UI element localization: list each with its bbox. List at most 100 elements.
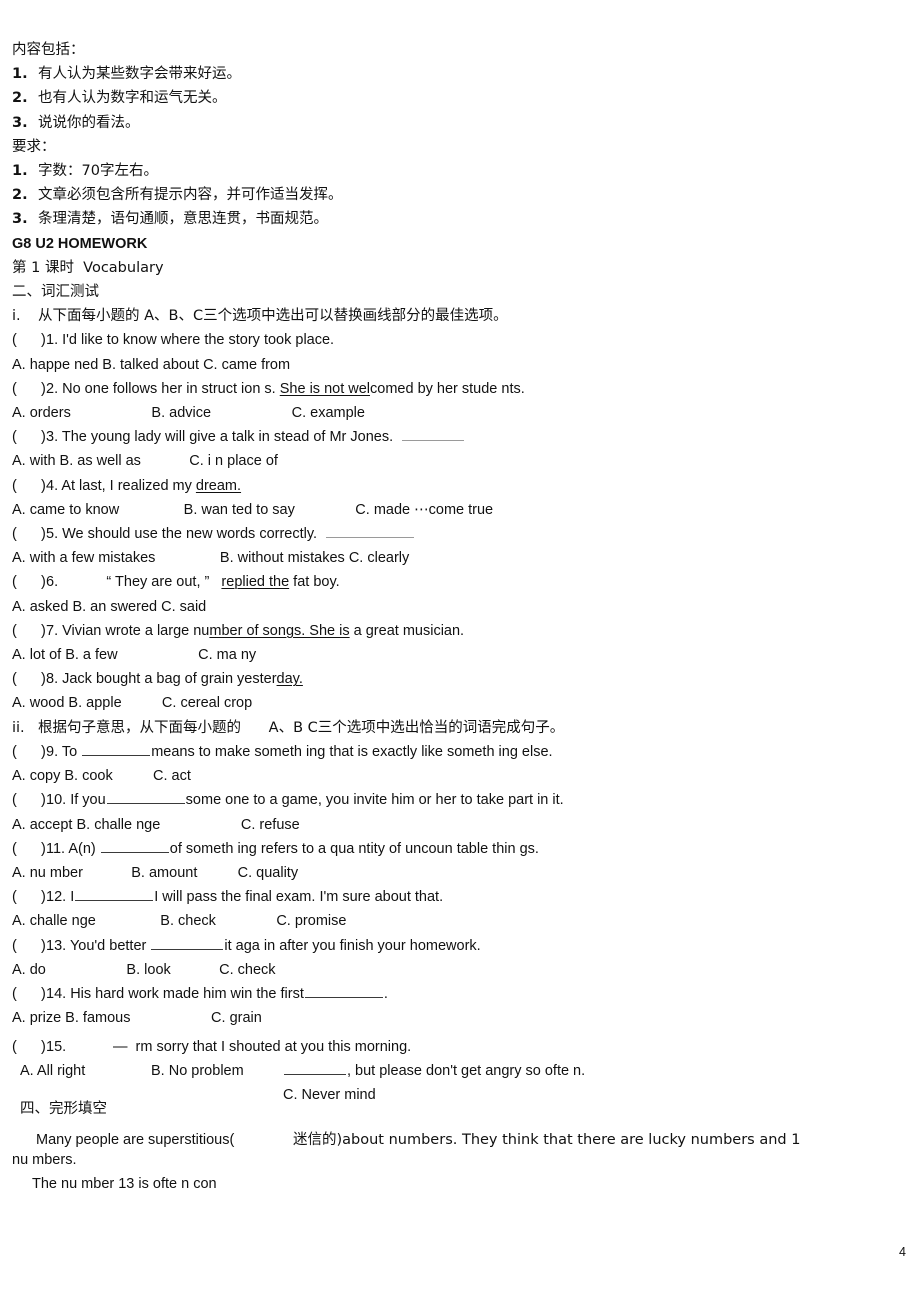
question-stem-tail: I will pass the final exam. I'm sure abo… <box>154 889 444 906</box>
question-options: A. prize B. famous C. grain <box>12 1010 262 1027</box>
cloze-line-2: nu mbers. <box>12 1152 77 1168</box>
question-number: 15. <box>46 1039 67 1055</box>
question-row: ( )14. His hard work made him win the fi… <box>12 982 908 1006</box>
question-options: A. orders B. advice C. example <box>12 405 365 422</box>
lesson-line: 第 1 课时 Vocabulary <box>12 259 164 276</box>
question-stem: No one follows her in struct ion s. <box>58 380 280 397</box>
answer-paren[interactable]: ( ) <box>12 474 46 498</box>
answer-paren[interactable]: ( ) <box>12 667 46 691</box>
answer-blank[interactable] <box>284 1062 346 1075</box>
answer-paren[interactable]: ( ) <box>12 522 46 546</box>
content-item: 2. 也有人认为数字和运气无关。 <box>12 86 908 110</box>
question-number: 13. <box>46 937 67 954</box>
question-stem: Jack bought a bag of grain yester <box>58 671 277 688</box>
question-15-option-b: B. No problem <box>151 1063 244 1079</box>
question-row: ( )12. I I will pass the final exam. I'm … <box>12 885 908 909</box>
answer-blank[interactable] <box>304 985 383 998</box>
requirement-item-text: 条理清楚，语句通顺，意思连贯，书面规范。 <box>38 211 328 228</box>
answer-paren[interactable]: ( ) <box>12 619 46 643</box>
requirement-item: 1. 字数：70字左右。 <box>12 159 908 183</box>
question-options: A. copy B. cook C. act <box>12 768 191 785</box>
question-number: 10. <box>46 792 67 809</box>
requirement-item: 3. 条理清楚，语句通顺，意思连贯，书面规范。 <box>12 207 908 231</box>
answer-paren[interactable]: ( ) <box>12 982 46 1006</box>
answer-blank[interactable] <box>100 839 169 853</box>
question-stem: The young lady will give a talk in stead… <box>58 429 402 446</box>
question-stem: At last, I realized my <box>58 477 196 494</box>
cloze-line-1-right: 迷信的)about numbers. They think that there… <box>293 1132 801 1148</box>
homework-title: G8 U2 HOMEWORK <box>12 235 148 252</box>
list-number: 3. <box>12 114 28 131</box>
answer-blank[interactable] <box>75 888 154 902</box>
question-options: A. lot of B. a few C. ma ny <box>12 647 257 664</box>
answer-paren[interactable]: ( ) <box>12 425 46 449</box>
part-ii-instruction: ii. 根据句子意思，从下面每小题的 A、B C三个选项中选出恰当的词语完成句子。 <box>12 716 908 740</box>
question-row: ( )4. At last, I realized my dream. <box>12 474 908 498</box>
question-stem: I <box>66 889 75 906</box>
answer-paren[interactable]: ( ) <box>12 837 46 861</box>
question-15-row: ( )15. <box>12 1035 66 1059</box>
question-number: 7. <box>46 622 59 639</box>
question-row: ( )11. A(n) of someth ing refers to a qu… <box>12 837 908 861</box>
question-stem-tail: of someth ing refers to a qua ntity of u… <box>169 840 539 857</box>
underlined-phrase: mber of songs. She is <box>209 622 350 639</box>
part-marker: ii. <box>12 719 25 736</box>
answer-blank[interactable] <box>82 743 151 756</box>
answer-paren[interactable]: ( ) <box>12 377 46 401</box>
question-row: ( )6. “ They are out, ” replied the fat … <box>12 570 908 594</box>
question-options: A. nu mber B. amount C. quality <box>12 864 299 881</box>
question-stem: A(n) <box>65 840 100 857</box>
answer-paren[interactable]: ( ) <box>12 1035 46 1059</box>
content-item-text: 有人认为某些数字会带来好运。 <box>38 66 241 83</box>
question-15-continuation-text: , but please don't get angry so ofte n. <box>347 1063 586 1079</box>
answer-blank[interactable] <box>402 428 465 442</box>
content-item-text: 也有人认为数字和运气无关。 <box>38 90 227 107</box>
answer-paren[interactable]: ( ) <box>12 740 46 764</box>
list-number: 2. <box>12 187 28 204</box>
requirement-item-text: 字数：70字左右。 <box>38 163 158 180</box>
question-number: 12. <box>46 889 67 906</box>
underlined-phrase: She is not wel <box>279 380 371 397</box>
list-number: 1. <box>12 163 28 180</box>
requirement-item: 2. 文章必须包含所有提示内容，并可作适当发挥。 <box>12 183 908 207</box>
question-row: ( )3. The young lady will give a talk in… <box>12 425 908 449</box>
question-options: A. do B. look C. check <box>12 961 276 978</box>
document-body: 内容包括： 1. 有人认为某些数字会带来好运。 2. 也有人认为数字和运气无关。 3… <box>12 38 908 1030</box>
list-number: 3. <box>12 211 28 228</box>
question-options: A. accept B. challe nge C. refuse <box>12 816 300 833</box>
question-15-option-a: A. All right <box>20 1063 86 1079</box>
question-row: ( )13. You'd better it aga in after you … <box>12 934 908 958</box>
question-stem: His hard work made him win the first <box>66 985 304 1002</box>
answer-paren[interactable]: ( ) <box>12 788 46 812</box>
part-i-instruction-text: 从下面每小题的 A、B、C三个选项中选出可以替换画线部分的最佳选项。 <box>38 308 508 325</box>
question-row: ( )7. Vivian wrote a large number of son… <box>12 619 908 643</box>
question-number: 6. <box>46 574 59 591</box>
question-row: ( )5. We should use the new words correc… <box>12 522 908 546</box>
page-number: 4 <box>899 1245 906 1259</box>
question-15-option-c: C. Never mind <box>283 1087 376 1103</box>
part-i-instruction: i. 从下面每小题的 A、B、C三个选项中选出可以替换画线部分的最佳选项。 <box>12 304 908 328</box>
question-stem: Vivian wrote a large nu <box>58 622 210 639</box>
question-15-dash-line: — rm sorry that I shouted at you this mo… <box>113 1039 412 1055</box>
answer-blank[interactable] <box>326 525 415 539</box>
question-number: 11. <box>46 840 66 857</box>
answer-blank[interactable] <box>106 791 185 805</box>
content-item-text: 说说你的看法。 <box>38 114 140 131</box>
question-number: 14. <box>46 985 67 1002</box>
list-number: 1. <box>12 66 28 83</box>
question-stem-tail: comed by her stude nts. <box>370 380 525 397</box>
question-options: A. challe nge B. check C. promise <box>12 913 347 930</box>
answer-paren[interactable]: ( ) <box>12 328 46 352</box>
answer-blank[interactable] <box>151 936 224 950</box>
question-stem-tail: it aga in after you finish your homework… <box>224 937 481 954</box>
answer-paren[interactable]: ( ) <box>12 934 46 958</box>
question-row: ( )8. Jack bought a bag of grain yesterd… <box>12 667 908 691</box>
cloze-line-3: The nu mber 13 is ofte n con <box>32 1176 217 1192</box>
content-item: 3. 说说你的看法。 <box>12 111 908 135</box>
requirement-item-text: 文章必须包含所有提示内容，并可作适当发挥。 <box>38 187 343 204</box>
question-stem-tail: means to make someth ing that is exactly… <box>151 743 553 760</box>
question-number: 9. <box>46 743 59 760</box>
answer-paren[interactable]: ( ) <box>12 570 46 594</box>
answer-paren[interactable]: ( ) <box>12 885 46 909</box>
question-stem: You'd better <box>66 937 151 954</box>
